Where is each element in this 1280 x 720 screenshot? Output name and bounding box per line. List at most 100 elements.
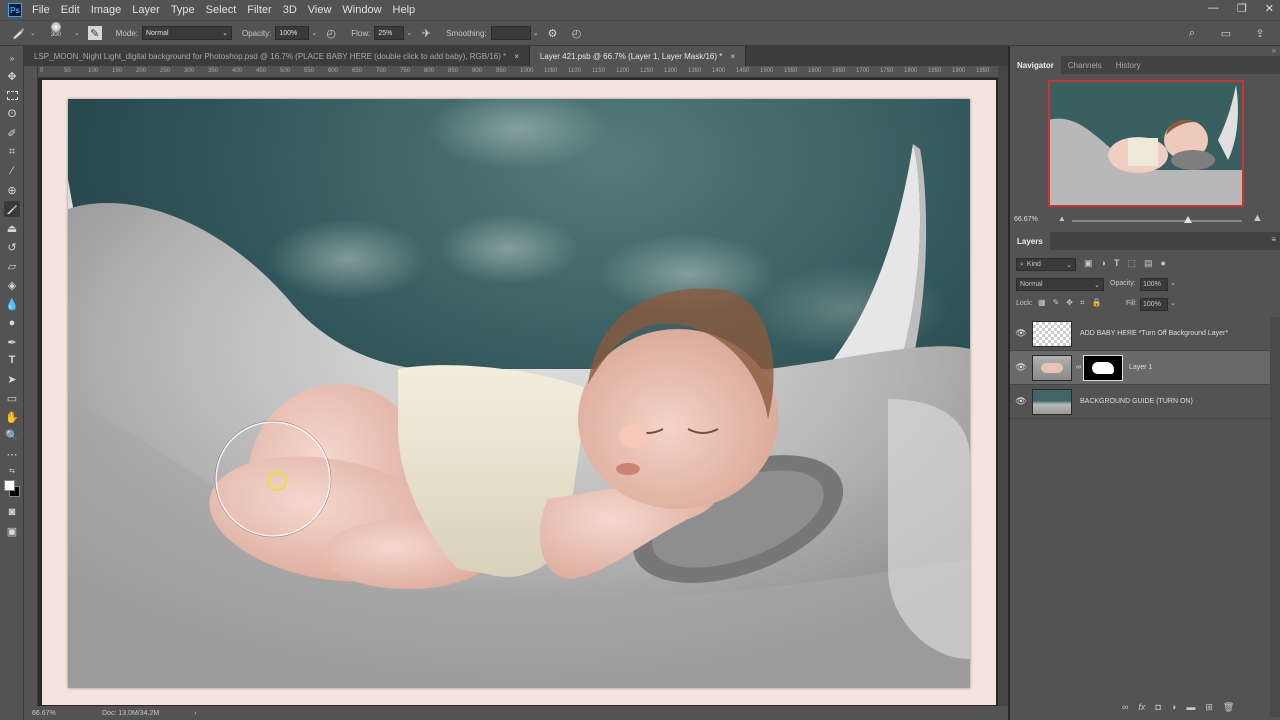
close-tab-icon[interactable]: × <box>730 52 735 61</box>
menu-edit[interactable]: Edit <box>61 4 80 16</box>
layer-style-fx-icon[interactable]: fx <box>1138 702 1145 713</box>
zoom-slider-thumb[interactable] <box>1183 216 1192 223</box>
preset-dropdown-icon[interactable]: ⌄ <box>30 29 36 37</box>
shape-tool-icon[interactable]: ▭ <box>4 390 20 406</box>
fill-dropdown-icon[interactable]: ⌄ <box>1170 299 1176 307</box>
new-group-icon[interactable]: ▬ <box>1186 702 1195 713</box>
airbrush-icon[interactable]: ✈ <box>418 25 434 41</box>
layer-row-add-baby[interactable]: 👁 ADD BABY HERE *Turn Off Background Lay… <box>1010 317 1270 351</box>
pressure-size-icon[interactable]: ◴ <box>569 25 585 41</box>
eraser-tool-icon[interactable]: ▱ <box>4 258 20 274</box>
layer-row-layer-1[interactable]: 👁 ∞ Layer 1 <box>1010 351 1270 385</box>
pixel-filter-icon[interactable]: ▣ <box>1084 258 1093 269</box>
menu-file[interactable]: File <box>32 4 50 16</box>
pressure-opacity-icon[interactable]: ◴ <box>323 25 339 41</box>
quick-select-tool-icon[interactable]: ✐ <box>4 125 20 141</box>
navigator-thumbnail[interactable] <box>1048 80 1244 207</box>
fill-field[interactable]: 100% <box>1140 298 1168 311</box>
layer-opacity-field[interactable]: 100% <box>1140 278 1168 291</box>
foreground-color-swatch[interactable] <box>4 480 15 491</box>
shape-filter-icon[interactable]: ⬚ <box>1127 258 1136 269</box>
menu-type[interactable]: Type <box>171 4 195 16</box>
zoom-in-icon[interactable]: ▲ <box>1252 212 1263 224</box>
close-window-icon[interactable]: ✕ <box>1265 2 1274 15</box>
color-swatches[interactable] <box>3 478 21 498</box>
panel-collapse-icon[interactable]: » <box>1272 46 1276 55</box>
smoothing-dropdown-icon[interactable]: ⌄ <box>533 29 539 37</box>
menu-view[interactable]: View <box>308 4 332 16</box>
tab-channels[interactable]: Channels <box>1061 56 1109 74</box>
lock-transparent-icon[interactable]: ▦ <box>1038 298 1046 308</box>
menu-layer[interactable]: Layer <box>132 4 160 16</box>
layers-scrollbar[interactable] <box>1270 317 1280 717</box>
history-brush-tool-icon[interactable]: ↺ <box>4 239 20 255</box>
zoom-level-readout[interactable]: 66.67% <box>32 710 82 717</box>
navigator-zoom-value[interactable]: 66.67% <box>1014 216 1038 223</box>
search-icon[interactable]: ⌕ <box>1184 25 1200 41</box>
lock-image-icon[interactable]: ✎ <box>1053 298 1060 308</box>
path-selection-tool-icon[interactable]: ➤ <box>4 371 20 387</box>
zoom-tool-icon[interactable]: 🔍 <box>4 427 20 443</box>
brush-tool-preset-icon[interactable] <box>10 25 26 41</box>
lock-all-icon[interactable]: 🔒 <box>1091 298 1101 308</box>
restore-icon[interactable]: ❐ <box>1237 2 1247 15</box>
navigator-view-box[interactable] <box>1048 80 1244 207</box>
tab-layer-421-psb[interactable]: Layer 421.psb @ 66.7% (Layer 1, Layer Ma… <box>529 46 747 66</box>
link-layers-icon[interactable]: ∞ <box>1122 702 1128 713</box>
clone-stamp-tool-icon[interactable]: ⏏ <box>4 220 20 236</box>
adjustment-layer-icon[interactable]: ◑ <box>1171 702 1176 713</box>
swap-colors-icon[interactable]: ⇆ <box>4 463 20 479</box>
healing-brush-tool-icon[interactable]: ⊕ <box>4 182 20 198</box>
menu-image[interactable]: Image <box>91 4 122 16</box>
lock-artboard-icon[interactable]: ⌗ <box>1080 298 1085 308</box>
marquee-tool-icon[interactable] <box>4 87 20 103</box>
layer-filter-kind-select[interactable]: ⌕ Kind ⌄ <box>1016 258 1076 271</box>
zoom-out-icon[interactable]: ▲ <box>1058 214 1066 223</box>
adjustment-filter-icon[interactable]: ◑ <box>1101 258 1106 269</box>
lasso-tool-icon[interactable]: ʘ <box>4 106 20 122</box>
tab-history[interactable]: History <box>1109 56 1148 74</box>
eyedropper-tool-icon[interactable]: ⁄ <box>4 163 20 179</box>
layer-row-background-guide[interactable]: 👁 BACKGROUND GUIDE (TURN ON) <box>1010 385 1270 419</box>
layer-mask-thumbnail[interactable] <box>1083 354 1123 381</box>
brush-size-picker[interactable]: 300 <box>42 22 70 44</box>
add-mask-icon[interactable]: ◘ <box>1155 702 1160 713</box>
flow-field[interactable]: 25% <box>374 26 405 40</box>
type-tool-icon[interactable]: T <box>4 352 20 368</box>
tab-layers[interactable]: Layers <box>1010 232 1050 250</box>
filter-toggle-icon[interactable]: ● <box>1160 258 1165 269</box>
share-icon[interactable]: ⇪ <box>1252 25 1268 41</box>
type-filter-icon[interactable]: T <box>1114 258 1120 269</box>
smart-object-filter-icon[interactable]: ▤ <box>1144 258 1153 269</box>
brush-tool-icon[interactable] <box>4 201 20 217</box>
menu-window[interactable]: Window <box>342 4 381 16</box>
menu-help[interactable]: Help <box>393 4 416 16</box>
move-tool-icon[interactable]: ✥ <box>4 68 20 84</box>
smoothing-field[interactable] <box>490 26 531 40</box>
layers-panel-menu-icon[interactable]: ≡ <box>1271 235 1276 244</box>
screen-mode-icon[interactable]: ▣ <box>4 523 20 539</box>
lock-position-icon[interactable]: ✥ <box>1066 298 1073 308</box>
flow-dropdown-icon[interactable]: ⌄ <box>406 29 412 37</box>
mode-select[interactable]: Normal ⌄ <box>141 26 232 40</box>
close-tab-icon[interactable]: × <box>514 52 519 61</box>
delete-layer-icon[interactable]: 🗑 <box>1223 702 1234 713</box>
quick-mask-icon[interactable]: ◙ <box>4 504 20 520</box>
blur-tool-icon[interactable]: 💧 <box>4 296 20 312</box>
smoothing-settings-gear-icon[interactable]: ⚙ <box>545 25 561 41</box>
paint-bucket-tool-icon[interactable]: ◈ <box>4 277 20 293</box>
blend-mode-select[interactable]: Normal ⌄ <box>1016 278 1104 291</box>
brush-size-dropdown-icon[interactable]: ⌄ <box>74 29 80 37</box>
hand-tool-icon[interactable]: ✋ <box>4 409 20 425</box>
visibility-eye-icon[interactable]: 👁 <box>1010 396 1032 407</box>
vertical-scrollbar[interactable] <box>998 66 1008 706</box>
brush-settings-icon[interactable]: ✎ <box>87 26 102 40</box>
dodge-tool-icon[interactable]: ● <box>4 315 20 331</box>
toolbar-collapse-icon[interactable]: » <box>4 50 20 66</box>
status-menu-arrow-icon[interactable]: › <box>194 710 196 717</box>
tab-navigator[interactable]: Navigator <box>1010 56 1061 74</box>
opacity-dropdown-icon[interactable]: ⌄ <box>311 29 317 37</box>
visibility-eye-icon[interactable]: 👁 <box>1010 328 1032 339</box>
new-layer-icon[interactable]: ⊞ <box>1205 702 1213 713</box>
more-tools-icon[interactable]: ⋯ <box>4 446 20 462</box>
